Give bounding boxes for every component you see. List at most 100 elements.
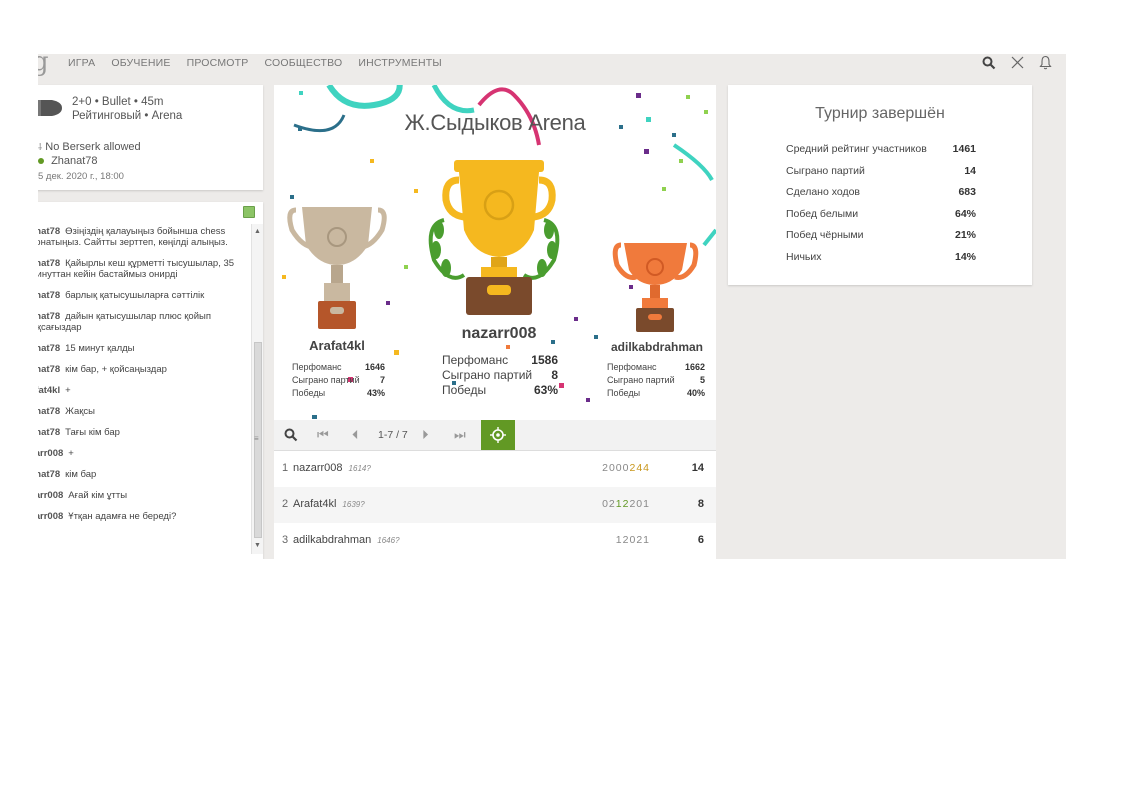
wins-value: 43% bbox=[366, 388, 385, 398]
chat-message: zarr008 Ұтқан адамға не береді? bbox=[38, 511, 250, 522]
chat-username[interactable]: zarr008 bbox=[38, 490, 63, 501]
first-page-icon[interactable]: ⏮ bbox=[317, 427, 329, 443]
chat-username[interactable]: afat4kl bbox=[38, 385, 60, 396]
tournament-title: Ж.Сыдыков Arena bbox=[404, 110, 586, 135]
chat-message: anat78 кім бар, + қойсаңыздар bbox=[38, 364, 250, 375]
main-menu: ИГРА ОБУЧЕНИЕ ПРОСМОТР СООБЩЕСТВО ИНСТРУ… bbox=[68, 57, 458, 69]
app-window: g ИГРА ОБУЧЕНИЕ ПРОСМОТР СООБЩЕСТВО ИНСТ… bbox=[38, 54, 1066, 559]
player-name-text: adilkabdrahman bbox=[293, 534, 372, 546]
stat-row: Сделано ходов 683 bbox=[786, 186, 976, 208]
nav-item-community[interactable]: СООБЩЕСТВО bbox=[264, 57, 342, 69]
target-icon bbox=[490, 427, 506, 443]
score-sheet: 12021 bbox=[616, 534, 650, 546]
berserk-rule: ⸸ No Berserk allowed bbox=[38, 140, 141, 153]
total-score: 6 bbox=[697, 534, 704, 546]
chat-message-list: anat78Өзіңіздің қалауыңыз бойынша chess … bbox=[38, 226, 250, 532]
chat-scrollbar[interactable]: ▲ ≡ ▼ bbox=[251, 224, 263, 554]
total-score: 14 bbox=[691, 462, 704, 474]
chat-message: afat4kl + bbox=[38, 385, 250, 396]
rank: 3 bbox=[282, 534, 289, 546]
perf-value: 1586 bbox=[531, 353, 558, 367]
stat-label: Ничьих bbox=[786, 250, 822, 263]
prev-page-icon[interactable]: ⏴ bbox=[352, 427, 359, 443]
chat-text: барлық қатысушыларға сәттілік bbox=[65, 290, 205, 301]
site-logo[interactable]: g bbox=[38, 54, 49, 75]
sheet-plain: 02 bbox=[602, 498, 616, 510]
chat-username[interactable]: anat78 bbox=[38, 364, 60, 375]
next-page-icon[interactable]: ⏵ bbox=[422, 427, 429, 443]
chat-text: + bbox=[68, 448, 74, 459]
chat-username[interactable]: anat78 bbox=[38, 226, 60, 237]
stat-value: 64% bbox=[954, 207, 976, 220]
chat-text: Жақсы bbox=[65, 406, 96, 417]
podium-first-stats: Перфоманс 1586 Сыграно партий 8 Победы 63% bbox=[442, 353, 558, 398]
stat-row: Побед белыми 64% bbox=[786, 208, 976, 230]
bell-icon[interactable] bbox=[1039, 55, 1052, 70]
player-name[interactable]: nazarr008 1614? bbox=[293, 462, 371, 474]
gold-trophy-icon bbox=[428, 160, 560, 315]
table-row[interactable]: 3 adilkabdrahman 1646? 12021 6 bbox=[274, 523, 716, 559]
chat-text: Тағы кім бар bbox=[65, 427, 120, 438]
nav-item-learn[interactable]: ОБУЧЕНИЕ bbox=[111, 57, 170, 69]
standings-pager: ⏮ ⏴ 1-7 / 7 ⏵ ⏭ bbox=[274, 420, 716, 451]
wins-label: Победы bbox=[607, 388, 641, 398]
chat-text: 15 минут қалды bbox=[65, 343, 135, 354]
top-navigation: g ИГРА ОБУЧЕНИЕ ПРОСМОТР СООБЩЕСТВО ИНСТ… bbox=[38, 54, 1066, 75]
creator-link[interactable]: Zhanat78 bbox=[51, 155, 97, 167]
chat-username[interactable]: zarr008 bbox=[38, 448, 63, 459]
search-players-icon[interactable] bbox=[284, 428, 298, 442]
stat-value: 14 bbox=[964, 164, 976, 177]
page-indicator: 1-7 / 7 bbox=[378, 429, 408, 441]
chat-username[interactable]: anat78 bbox=[38, 406, 60, 417]
nav-item-watch[interactable]: ПРОСМОТР bbox=[187, 57, 249, 69]
sword-icon: ⸸ bbox=[38, 142, 43, 152]
table-row[interactable]: 1 nazarr008 1614? 2000244 14 bbox=[274, 451, 716, 487]
standings-table: 1 nazarr008 1614? 2000244 14 2 Arafat4kl 1… bbox=[274, 451, 716, 559]
search-icon[interactable] bbox=[982, 56, 996, 70]
chat-username[interactable]: anat78 bbox=[38, 469, 60, 480]
games-label: Сыграно партий bbox=[607, 375, 675, 385]
swords-icon[interactable] bbox=[1010, 55, 1025, 70]
podium-second-name[interactable]: Arafat4kl bbox=[292, 338, 382, 353]
player-name-text: Arafat4kl bbox=[293, 498, 337, 510]
player-rating: 1646? bbox=[377, 536, 400, 545]
chat-username[interactable]: anat78 bbox=[38, 258, 60, 269]
chat-username[interactable]: zarr008 bbox=[38, 511, 63, 522]
chat-username[interactable]: anat78 bbox=[38, 427, 60, 438]
podium-second-stats: Перфоманс 1646 Сыграно партий 7 Победы 43% bbox=[292, 361, 385, 400]
podium-third-name[interactable]: adilkabdrahman bbox=[607, 340, 707, 354]
tournament-stats-table: Средний рейтинг участников 1461 Сыграно п… bbox=[786, 143, 976, 272]
table-row[interactable]: 2 Arafat4kl 1639? 0212201 8 bbox=[274, 487, 716, 523]
chat-username[interactable]: anat78 bbox=[38, 290, 60, 301]
games-label: Сыграно партий bbox=[292, 375, 360, 385]
stat-row: Ничьих 14% bbox=[786, 251, 976, 273]
stat-label: Побед чёрными bbox=[786, 229, 864, 241]
scroll-up-icon[interactable]: ▲ bbox=[254, 228, 261, 235]
chat-username[interactable]: anat78 bbox=[38, 343, 60, 354]
chat-header: IT bbox=[38, 202, 263, 224]
scroll-down-icon[interactable]: ▼ bbox=[254, 542, 261, 549]
perf-label: Перфоманс bbox=[607, 362, 657, 372]
chat-toggle-checkbox[interactable] bbox=[243, 206, 255, 218]
podium-first-name[interactable]: nazarr008 bbox=[449, 325, 549, 343]
nav-item-play[interactable]: ИГРА bbox=[68, 57, 95, 69]
player-name[interactable]: Arafat4kl 1639? bbox=[293, 498, 365, 510]
chat-username[interactable]: anat78 bbox=[38, 311, 60, 322]
sheet-streak-rest: 44 bbox=[636, 462, 650, 474]
perf-value: 1662 bbox=[684, 362, 705, 372]
nav-item-tools[interactable]: ИНСТРУМЕНТЫ bbox=[358, 57, 441, 69]
wins-label: Победы bbox=[292, 388, 326, 398]
games-value: 7 bbox=[379, 375, 385, 385]
score-sheet: 0212201 bbox=[602, 498, 650, 510]
chat-message: anat78 кім бар bbox=[38, 469, 250, 480]
total-score: 8 bbox=[697, 498, 704, 510]
stat-row: Сыграно партий 14 bbox=[786, 165, 976, 187]
perf-label: Перфоманс bbox=[442, 353, 509, 367]
player-name-text: nazarr008 bbox=[293, 462, 343, 474]
player-rating: 1639? bbox=[342, 500, 365, 509]
player-name[interactable]: adilkabdrahman 1646? bbox=[293, 534, 400, 546]
chat-message: anat78 15 минут қалды bbox=[38, 343, 250, 354]
stat-value: 21% bbox=[954, 229, 976, 241]
last-page-icon[interactable]: ⏭ bbox=[454, 427, 466, 443]
focus-me-button[interactable] bbox=[481, 420, 515, 450]
